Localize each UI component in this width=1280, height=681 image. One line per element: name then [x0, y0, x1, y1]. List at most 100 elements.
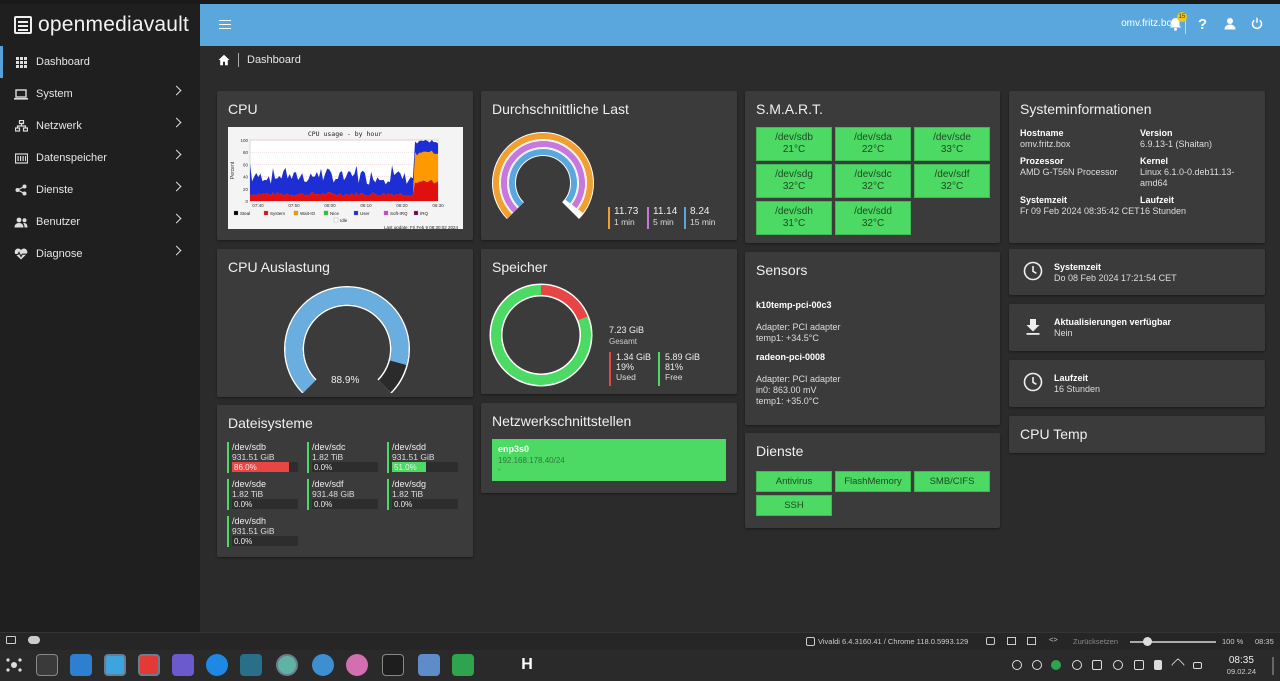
- x-tick-label: 07:40: [252, 203, 264, 208]
- user-icon[interactable]: [1224, 17, 1236, 33]
- settings-app-icon[interactable]: [36, 654, 58, 676]
- tray-sync-icon[interactable]: [1051, 660, 1061, 670]
- clock-date: 09.02.24: [1226, 667, 1256, 676]
- disk-temp: 32°C: [940, 181, 964, 192]
- tray-refresh-icon[interactable]: [1032, 660, 1042, 670]
- vivaldi-browser-icon[interactable]: [138, 654, 160, 676]
- load-label: 5 min: [653, 217, 674, 227]
- image-icon[interactable]: [1007, 637, 1016, 645]
- filesystem-item[interactable]: /dev/sdg 1.82 TiB 0.0%: [387, 479, 462, 511]
- text-editor-icon[interactable]: [240, 654, 262, 676]
- sidebar-item-benutzer[interactable]: Benutzer: [0, 206, 200, 238]
- memory-free-label: Free: [665, 372, 683, 382]
- service-tile[interactable]: SSH: [756, 495, 832, 516]
- smart-disk-tile[interactable]: /dev/sda 22°C: [835, 127, 911, 161]
- smart-disk-tile[interactable]: /dev/sdh 31°C: [756, 201, 832, 235]
- kdeconnect-icon[interactable]: [172, 654, 194, 676]
- card-title: CPU Auslastung: [228, 259, 330, 275]
- filesystem-item[interactable]: /dev/sdb 931.51 GiB 86.0%: [227, 442, 302, 474]
- disk-name: /dev/sdg: [775, 169, 813, 180]
- zoom-slider-handle[interactable]: [1143, 637, 1152, 646]
- filesystem-item[interactable]: /dev/sdd 931.51 GiB 51.0%: [387, 442, 462, 474]
- usage-bar: 0.0%: [392, 499, 458, 509]
- tray-update-icon[interactable]: [1072, 660, 1082, 670]
- power-icon[interactable]: [1251, 17, 1263, 33]
- smart-disk-tile[interactable]: /dev/sdb 21°C: [756, 127, 832, 161]
- filesystem-item[interactable]: /dev/sdc 1.82 TiB 0.0%: [307, 442, 382, 474]
- tray-icon[interactable]: [1012, 660, 1022, 670]
- smart-disk-tile[interactable]: /dev/sde 33°C: [914, 127, 990, 161]
- home-icon[interactable]: [218, 54, 230, 66]
- sidebar-item-diagnose[interactable]: Diagnose: [0, 238, 200, 270]
- storage-icon: [14, 152, 28, 164]
- sidebar-item-dashboard[interactable]: Dashboard: [0, 46, 200, 78]
- tray-media-icon[interactable]: [1113, 660, 1123, 670]
- terminal-icon[interactable]: [382, 654, 404, 676]
- breadcrumb: Dashboard: [218, 53, 301, 67]
- show-desktop-button[interactable]: [1272, 657, 1274, 675]
- load-label: 1 min: [614, 217, 635, 227]
- camera-icon[interactable]: [986, 637, 995, 645]
- filesystem-item[interactable]: /dev/sdh 931.51 GiB 0.0%: [227, 516, 302, 548]
- filesystem-size: 931.51 GiB: [232, 452, 275, 462]
- legend-label: Nice: [330, 211, 339, 216]
- sidebar-item-label: Diagnose: [36, 248, 83, 260]
- app-logo[interactable]: openmediavault: [0, 4, 200, 46]
- service-tile[interactable]: Antivirus: [756, 471, 832, 492]
- zoom-reset-button[interactable]: Zurücksetzen: [1073, 637, 1118, 646]
- network-interface-tile[interactable]: enp3s0 192.168.178.40/24 -: [492, 439, 726, 481]
- help-icon[interactable]: ?: [1198, 16, 1207, 33]
- cpu-card: CPU CPU usage - by hour 100 80 60 40 20 0 Perce…: [217, 91, 473, 240]
- sidebar-item-netzwerk[interactable]: Netzwerk: [0, 110, 200, 142]
- smart-disk-tile[interactable]: /dev/sdd 32°C: [835, 201, 911, 235]
- file-manager-icon[interactable]: [104, 654, 126, 676]
- disk-temp: 21°C: [782, 144, 806, 155]
- volume-icon[interactable]: [1154, 660, 1162, 670]
- chat-app-icon[interactable]: [346, 654, 368, 676]
- sidebar-item-label: Datenspeicher: [36, 152, 107, 164]
- download-icon: [1023, 316, 1043, 336]
- sidebar-item-datenspeicher[interactable]: Datenspeicher: [0, 142, 200, 174]
- disk-temp: 32°C: [861, 218, 885, 229]
- wifi-icon[interactable]: [1170, 657, 1186, 673]
- card-value: Do 08 Feb 2024 17:21:54 CET: [1054, 273, 1177, 283]
- chart-app-icon[interactable]: [418, 654, 440, 676]
- taskbar-clock[interactable]: 08:35 09.02.24: [1227, 655, 1256, 677]
- usage-bar: 51.0%: [392, 462, 458, 472]
- sidebar-item-system[interactable]: System: [0, 78, 200, 110]
- filesystem-item[interactable]: /dev/sde 1.82 TiB 0.0%: [227, 479, 302, 511]
- sidebar-item-label: Dashboard: [36, 56, 90, 68]
- spreadsheet-icon[interactable]: [452, 654, 474, 676]
- app-launcher-icon[interactable]: [4, 654, 24, 676]
- sidebar-item-label: Netzwerk: [36, 120, 82, 132]
- tray-image-icon[interactable]: [1092, 660, 1102, 670]
- smart-disk-tile[interactable]: /dev/sdg 32°C: [756, 164, 832, 198]
- sensor-name: k10temp-pci-00c3: [756, 300, 832, 310]
- thunderbird-icon[interactable]: [206, 654, 228, 676]
- sidebar-item-dienste[interactable]: Dienste: [0, 174, 200, 206]
- systemzeit-card: Systemzeit Do 08 Feb 2024 17:21:54 CET: [1009, 249, 1265, 295]
- x-tick-label: 08:00: [324, 203, 336, 208]
- panel-toggle-icon[interactable]: [6, 636, 16, 644]
- y-tick-label: 100: [240, 138, 248, 143]
- tray-clipboard-icon[interactable]: [1134, 660, 1144, 670]
- smart-disk-tile[interactable]: /dev/sdf 32°C: [914, 164, 990, 198]
- window-icon[interactable]: [1027, 637, 1036, 645]
- smart-disk-tile[interactable]: /dev/sdc 32°C: [835, 164, 911, 198]
- sensors-card: Sensors k10temp-pci-00c3 Adapter: PCI ad…: [745, 252, 1000, 425]
- network-app-icon[interactable]: [276, 654, 298, 676]
- legend-swatch: [323, 210, 329, 216]
- service-tile[interactable]: SMB/CIFS: [914, 471, 990, 492]
- store-app-icon[interactable]: [70, 654, 92, 676]
- logo-text: openmediavault: [38, 13, 190, 36]
- service-tile[interactable]: FlashMemory: [835, 471, 911, 492]
- h-app-icon[interactable]: H: [516, 654, 538, 676]
- cloud-icon[interactable]: [28, 636, 40, 644]
- menu-icon[interactable]: [219, 20, 231, 29]
- filesystem-item[interactable]: /dev/sdf 931.48 GiB 0.0%: [307, 479, 382, 511]
- tray-up-arrow-icon[interactable]: [1193, 662, 1202, 669]
- sync-app-icon[interactable]: [312, 654, 334, 676]
- share-icon: [14, 184, 28, 196]
- code-icon[interactable]: <>: [1049, 635, 1058, 644]
- sidebar-item-label: System: [36, 88, 73, 100]
